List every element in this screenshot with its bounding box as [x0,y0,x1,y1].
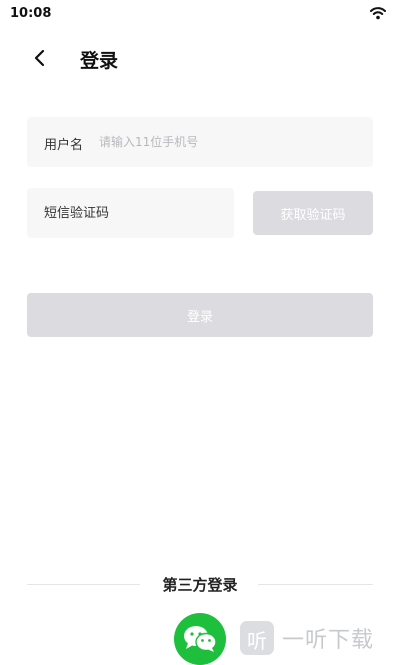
username-field[interactable]: 用户名 [27,117,373,167]
get-code-button[interactable]: 获取验证码 [253,191,373,235]
nav-bar: 登录 [0,38,400,78]
username-input[interactable] [99,129,361,155]
divider-right [258,584,373,585]
wifi-icon [370,7,386,20]
sms-code-field[interactable] [27,188,234,238]
watermark-logo-char: 听 [247,629,267,653]
watermark-logo: 听 [240,621,274,655]
watermark: 听 一听下载 [240,618,374,658]
watermark-text: 一听下载 [282,628,375,653]
login-button[interactable]: 登录 [27,293,373,337]
sms-code-input[interactable] [44,200,224,226]
username-label: 用户名 [44,138,84,153]
wechat-icon [184,626,217,652]
page-title: 登录 [80,50,119,72]
status-time: 10:08 [10,6,52,21]
back-button[interactable] [26,44,54,72]
wechat-login-button[interactable] [174,613,226,665]
status-bar: 10:08 [0,0,400,28]
chevron-left-icon [34,49,45,67]
